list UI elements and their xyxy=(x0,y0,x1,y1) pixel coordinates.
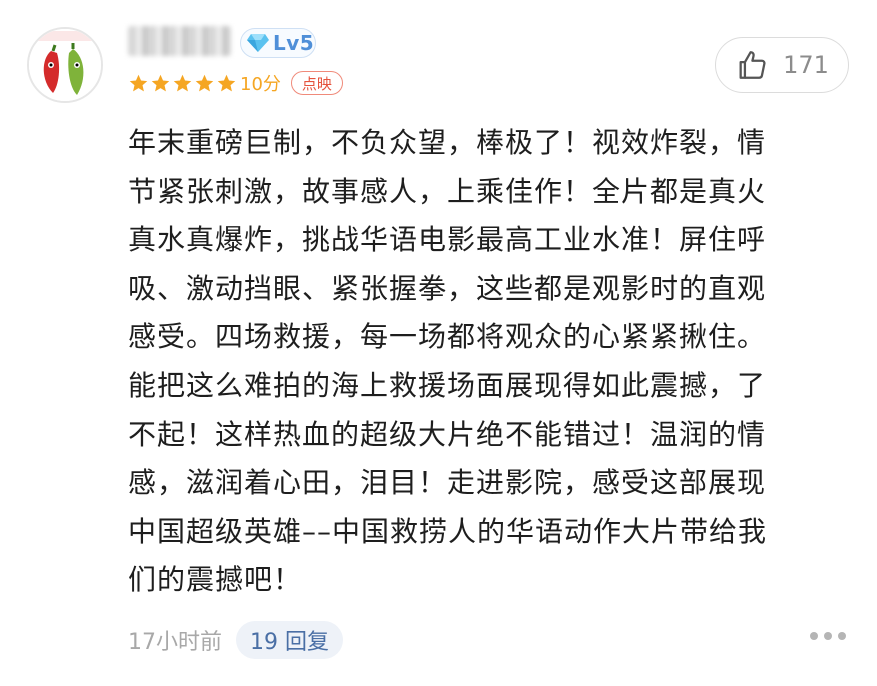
comment-line: 真水真爆炸，挑战华语电影最高工业水准！屏住呼 xyxy=(128,223,767,257)
timestamp: 17小时前 xyxy=(128,630,222,655)
comment-line: 年末重磅巨制，不负众望，棒极了！视效炸裂，情 xyxy=(128,126,767,159)
comment-line: 们的震撼吧！ xyxy=(128,563,303,597)
dot xyxy=(824,632,832,640)
star-rating xyxy=(128,73,237,94)
comment-line: 节紧张刺激，故事感人，上乘佳作！全片都是真火 xyxy=(128,174,767,208)
comment-text: 年末重磅巨制，不负众望，棒极了！视效炸裂，情 节紧张刺激，故事感人，上乘佳作！全… xyxy=(128,119,848,605)
level-badge: Lv5 xyxy=(240,28,316,58)
comment-line: 感受。四场救援，每一场都将观众的心紧紧揪住。 xyxy=(128,320,767,354)
comment-line: 不起！这样热血的超级大片绝不能错过！温润的情 xyxy=(128,417,767,451)
score-text: 10分 xyxy=(240,74,281,95)
like-count: 171 xyxy=(783,51,829,79)
star-icon xyxy=(151,74,170,91)
avatar[interactable] xyxy=(27,27,103,103)
level-label: Lv5 xyxy=(273,31,315,55)
dot xyxy=(838,632,846,640)
rating-row: 10分 点映 xyxy=(128,70,343,96)
more-options-icon[interactable] xyxy=(810,632,846,640)
star-icon xyxy=(195,74,214,91)
star-icon xyxy=(173,74,192,91)
comment-line: 吸、激动挡眼、紧张握拳，这些都是观影时的直观 xyxy=(128,271,767,305)
comment-line: 感，滋润着心田，泪目！走进影院，感受这部展现 xyxy=(128,466,767,500)
dot xyxy=(810,632,818,640)
comment-line: 中国超级英雄––中国救捞人的华语动作大片带给我 xyxy=(128,514,768,548)
like-button[interactable]: 171 xyxy=(715,37,849,93)
reply-button[interactable]: 19 回复 xyxy=(236,621,343,659)
username-blurred[interactable] xyxy=(128,26,231,56)
preview-tag: 点映 xyxy=(290,71,343,95)
star-icon xyxy=(129,74,148,91)
diamond-icon xyxy=(247,34,269,52)
thumbs-up-icon xyxy=(739,51,766,79)
star-icon xyxy=(217,74,236,91)
comment-footer: 17小时前 19 回复 xyxy=(128,621,343,659)
comment-line: 能把这么难拍的海上救援场面展现得如此震撼，了 xyxy=(128,368,767,402)
